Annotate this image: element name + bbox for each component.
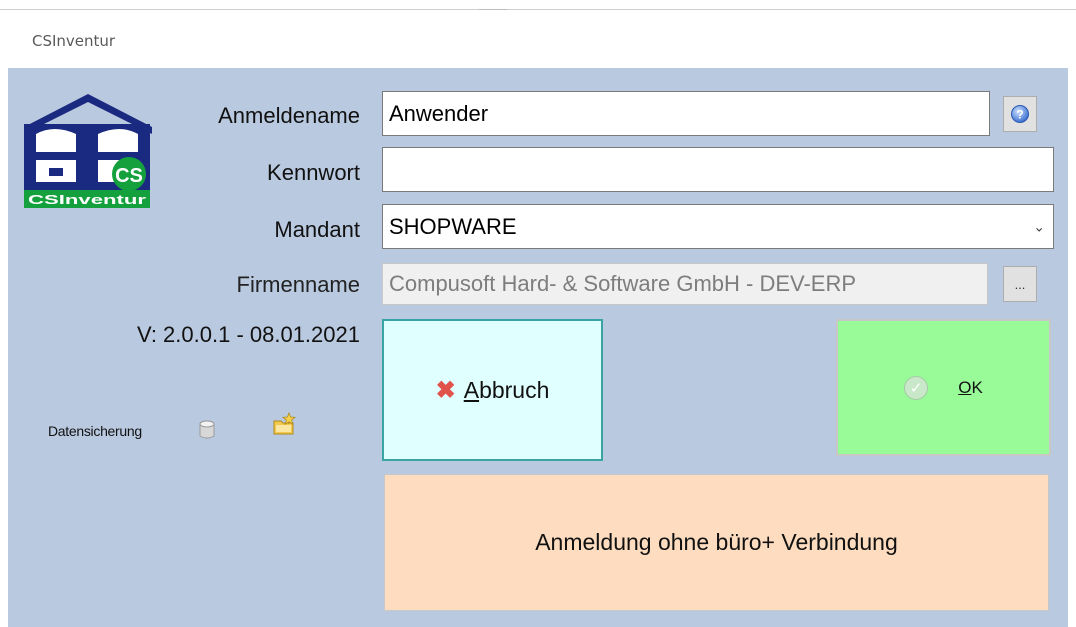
company-label: Firmenname [236,272,360,297]
username-label: Anmeldename [218,103,360,128]
cancel-button[interactable]: ✖ Abbruch [382,319,603,461]
csinventur-logo: CS CSInventur [24,94,152,208]
svg-text:?: ? [1016,108,1023,122]
folder-star-icon[interactable] [272,412,296,436]
browse-button[interactable]: ... [1003,266,1037,302]
ok-button-label: OK [958,377,983,397]
username-value: Anwender [389,100,489,126]
cancel-button-label: Abbruch [463,376,550,403]
password-input[interactable] [382,147,1054,192]
username-input[interactable]: Anwender [382,91,990,136]
check-icon: ✓ [904,375,929,400]
client-select[interactable]: SHOPWARE ⌄ [382,204,1054,249]
client-selected-value: SHOPWARE [389,213,517,239]
offline-login-button[interactable]: Anmeldung ohne büro+ Verbindung [384,474,1049,611]
top-border [0,9,1076,10]
help-button[interactable]: ? [1003,96,1037,132]
logo-text: CSInventur [28,192,146,207]
top-border-notch [479,5,507,10]
client-label: Mandant [274,217,360,242]
backup-label: Datensicherung [48,423,142,439]
cross-icon: ✖ [435,376,456,404]
database-icon[interactable] [198,420,216,440]
logo-badge: CS [115,165,143,187]
version-label: V: 2.0.0.1 - 08.01.2021 [136,322,360,347]
ok-button[interactable]: ✓ OK [836,319,1051,456]
window-title: CSInventur [32,32,116,50]
help-icon: ? [1011,105,1029,123]
company-field: Compusoft Hard- & Software GmbH - DEV-ER… [382,263,988,305]
password-label: Kennwort [267,160,360,185]
company-value: Compusoft Hard- & Software GmbH - DEV-ER… [389,271,857,296]
chevron-down-icon[interactable]: ⌄ [1033,218,1045,235]
